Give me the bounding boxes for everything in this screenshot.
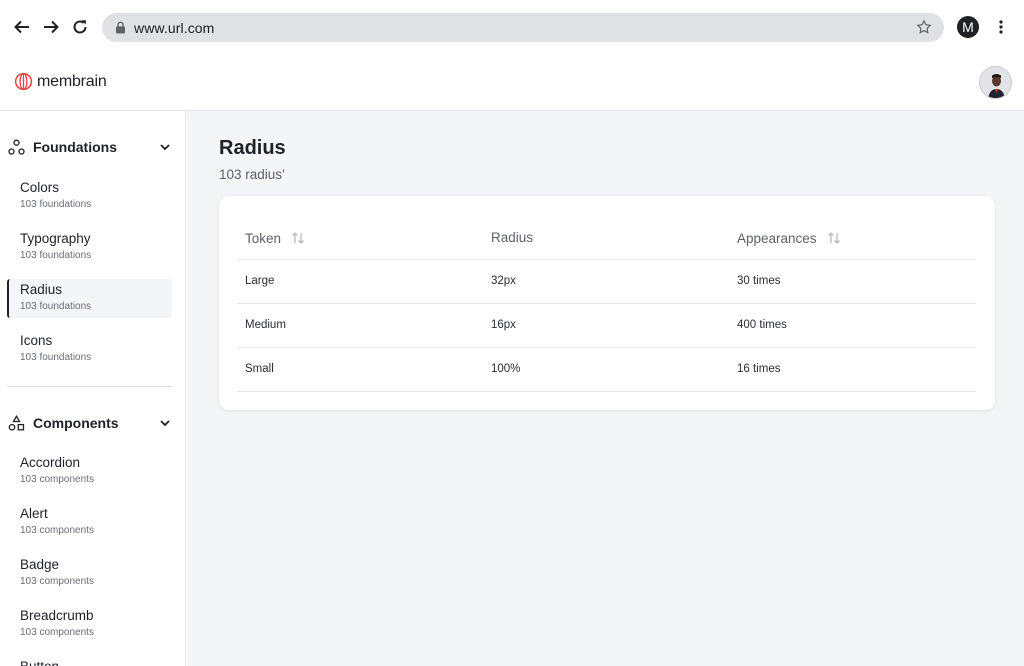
table-divider [237,259,976,260]
sidebar-item-label: Badge [20,557,60,572]
sidebar-item-count: 103 foundations [20,352,92,363]
sidebar-section-title: Foundations [33,139,117,155]
sidebar-item-count: 103 components [20,627,94,638]
column-header-label: Radius [491,230,534,245]
cell-appearances: 400 times [737,319,787,331]
sidebar-item-label: Breadcrumb [20,608,94,623]
sidebar-item-label: Icons [20,333,53,348]
sidebar-item-label: Typography [20,231,91,246]
table-divider [237,347,976,348]
sidebar: Foundations Colors 103 foundations Typog… [0,111,186,666]
sort-icon[interactable] [291,230,305,246]
cell-radius: 16px [491,319,516,331]
chevron-down-icon[interactable] [158,416,172,430]
sidebar-section-title: Components [33,415,119,431]
cell-token: Small [245,363,274,375]
address-bar[interactable]: www.url.com [102,13,944,42]
cell-radius: 100% [491,363,521,375]
sidebar-item-button[interactable]: Button [7,656,172,666]
forward-button[interactable] [38,14,64,40]
sidebar-item-count: 103 components [20,474,94,485]
browser-toolbar: www.url.com M [0,0,1024,54]
cell-appearances: 16 times [737,363,781,375]
table-divider [237,391,976,392]
cell-token: Medium [245,319,286,331]
lock-icon [116,21,125,34]
page-subtitle: 103 radius’ [219,167,286,182]
column-header-label: Token [245,230,282,246]
sidebar-item-radius[interactable]: Radius 103 foundations [7,279,172,318]
sidebar-item-count: 103 components [20,525,94,536]
foundations-icon [8,139,25,155]
url-text: www.url.com [134,20,215,36]
table-divider [237,303,976,304]
sidebar-item-count: 103 foundations [20,301,92,312]
sidebar-section-foundations[interactable]: Foundations [8,135,172,159]
arrow-left-icon [14,20,29,34]
avatar-image [980,67,1011,98]
browser-menu-button[interactable] [990,16,1012,38]
sort-icon[interactable] [827,230,841,246]
arrow-right-icon [44,20,59,34]
back-button[interactable] [9,14,35,40]
sidebar-item-label: Accordion [20,455,81,470]
sidebar-item-label: Radius [20,282,63,297]
sidebar-item-alert[interactable]: Alert 103 components [7,503,172,542]
sidebar-item-count: 103 foundations [20,199,92,210]
radius-table-card: Token Radius Appearances Large 32px 30 t… [219,196,995,410]
sidebar-item-count: 103 foundations [20,250,92,261]
app-header: membrain [0,54,1024,111]
cell-appearances: 30 times [737,275,781,287]
star-icon[interactable] [916,19,932,35]
page-title: Radius [219,137,286,159]
logo[interactable]: membrain [14,72,107,91]
profile-button[interactable]: M [957,16,979,38]
sidebar-item-typography[interactable]: Typography 103 foundations [7,228,172,267]
main-content: Radius 103 radius’ Token Radius Appearan… [187,111,1024,666]
logo-text: membrain [37,72,107,90]
chevron-down-icon[interactable] [158,140,172,154]
sidebar-item-label: Button [20,658,172,666]
more-vertical-icon [999,20,1003,34]
sidebar-section-components[interactable]: Components [8,411,172,435]
user-avatar[interactable] [979,66,1012,99]
column-header-label: Appearances [737,230,817,246]
membrain-logo-icon [14,72,33,91]
sidebar-item-count: 103 components [20,576,94,587]
reload-button[interactable] [67,14,93,40]
column-header-appearances[interactable]: Appearances [737,230,841,246]
sidebar-item-colors[interactable]: Colors 103 foundations [7,177,172,216]
components-icon [8,414,25,431]
sidebar-divider [7,386,172,387]
reload-icon [73,20,87,34]
cell-radius: 32px [491,275,516,287]
sidebar-item-label: Alert [20,506,48,521]
column-header-radius: Radius [491,230,533,245]
sidebar-item-icons[interactable]: Icons 103 foundations [7,330,172,369]
column-header-token[interactable]: Token [245,230,305,246]
cell-token: Large [245,275,275,287]
sidebar-item-breadcrumb[interactable]: Breadcrumb 103 components [7,605,172,644]
sidebar-item-accordion[interactable]: Accordion 103 components [7,452,172,491]
sidebar-item-label: Colors [20,180,60,195]
sidebar-item-badge[interactable]: Badge 103 components [7,554,172,593]
